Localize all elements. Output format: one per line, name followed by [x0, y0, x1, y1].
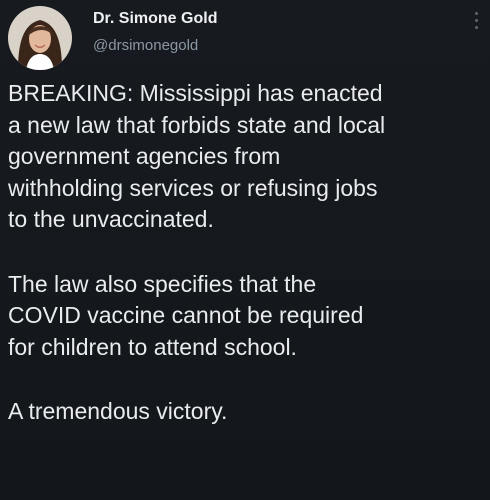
tweet-card: Dr. Simone Gold @drsimonegold BREAKING: … [0, 0, 490, 500]
tweet-line: COVID vaccine cannot be required [8, 302, 364, 328]
tweet-body: BREAKING: Mississippi has enacted a new … [8, 78, 486, 428]
author-names: Dr. Simone Gold @drsimonegold [93, 9, 217, 55]
tweet-header: Dr. Simone Gold @drsimonegold [0, 0, 490, 78]
tweet-line: for children to attend school. [8, 333, 297, 360]
tweet-paragraph: The law also specifies that the COVID va… [8, 269, 486, 364]
tweet-line: The law also specifies that the [8, 270, 317, 297]
more-dot [474, 12, 478, 15]
tweet-line: a new law that forbids state and local [8, 111, 386, 138]
handle[interactable]: @drsimonegold [93, 37, 217, 55]
tweet-line: A tremendous victory. [8, 398, 228, 424]
more-dot [474, 19, 478, 22]
display-name[interactable]: Dr. Simone Gold [93, 9, 217, 29]
more-vertical-icon[interactable] [471, 12, 481, 34]
tweet-line: government agencies from [8, 143, 281, 169]
tweet-line: withholding services or refusing jobs [8, 174, 378, 201]
more-dot [474, 26, 478, 29]
avatar[interactable] [8, 6, 72, 70]
tweet-line: BREAKING: Mississippi has enacted [8, 80, 383, 106]
tweet-line: to the unvaccinated. [8, 206, 214, 232]
tweet-paragraph: A tremendous victory. [8, 396, 486, 428]
tweet-paragraph: BREAKING: Mississippi has enacted a new … [8, 78, 486, 236]
profile-photo-icon [8, 6, 72, 70]
